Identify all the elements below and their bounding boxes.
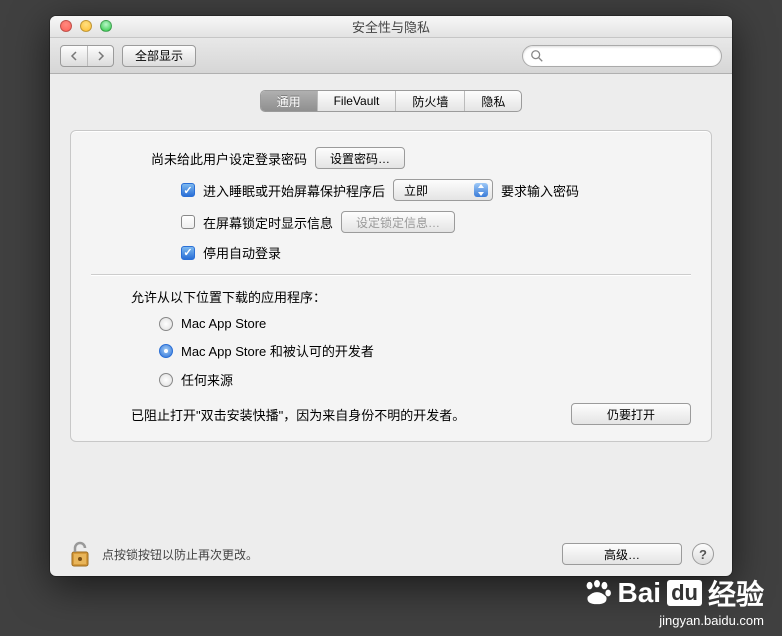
help-button[interactable]: ? xyxy=(692,543,714,565)
tab-general[interactable]: 通用 xyxy=(261,91,317,111)
search-field-wrap xyxy=(522,45,722,67)
show-lock-message-checkbox[interactable] xyxy=(181,215,195,229)
forward-button[interactable] xyxy=(87,46,113,66)
show-all-button[interactable]: 全部显示 xyxy=(122,45,196,67)
require-password-label: 进入睡眠或开始屏幕保护程序后 xyxy=(203,181,385,200)
divider xyxy=(91,274,691,275)
footer: 点按锁按钮以防止再次更改。 高级… ? xyxy=(50,532,732,576)
close-button[interactable] xyxy=(60,20,72,32)
radio-anywhere[interactable] xyxy=(159,373,173,387)
watermark-url: jingyan.baidu.com xyxy=(582,613,764,628)
advanced-button[interactable]: 高级… xyxy=(562,543,682,565)
titlebar: 安全性与隐私 xyxy=(50,16,732,38)
radio-app-store[interactable] xyxy=(159,317,173,331)
open-anyway-button[interactable]: 仍要打开 xyxy=(571,403,691,425)
tab-privacy[interactable]: 隐私 xyxy=(464,91,521,111)
search-input[interactable] xyxy=(522,45,722,67)
unlock-icon xyxy=(68,540,92,568)
allow-apps-title: 允许从以下位置下载的应用程序： xyxy=(131,287,326,306)
set-password-button[interactable]: 设置密码… xyxy=(315,147,405,169)
back-button[interactable] xyxy=(61,46,87,66)
toolbar: 全部显示 xyxy=(50,38,732,74)
content-area: 通用 FileVault 防火墙 隐私 尚未给此用户设定登录密码 设置密码… 进… xyxy=(50,74,732,442)
settings-group: 尚未给此用户设定登录密码 设置密码… 进入睡眠或开始屏幕保护程序后 立即 要求输… xyxy=(70,130,712,442)
zoom-button[interactable] xyxy=(100,20,112,32)
brand-left: Bai xyxy=(618,577,662,609)
radio-identified-label: Mac App Store 和被认可的开发者 xyxy=(181,341,374,360)
lock-text: 点按锁按钮以防止再次更改。 xyxy=(102,546,258,563)
blocked-app-text: 已阻止打开"双击安装快播"，因为来自身份不明的开发者。 xyxy=(131,405,563,424)
nav-segmented xyxy=(60,45,114,67)
minimize-button[interactable] xyxy=(80,20,92,32)
brand-right: 经验 xyxy=(708,573,764,613)
require-password-suffix: 要求输入密码 xyxy=(501,181,579,200)
disable-auto-login-checkbox[interactable] xyxy=(181,246,195,260)
radio-identified-developers[interactable] xyxy=(159,344,173,358)
require-password-checkbox[interactable] xyxy=(181,183,195,197)
show-lock-message-label: 在屏幕锁定时显示信息 xyxy=(203,213,333,232)
window-title: 安全性与隐私 xyxy=(352,17,430,36)
traffic-lights xyxy=(60,20,112,32)
preferences-window: 安全性与隐私 全部显示 通用 FileVault 防火墙 隐私 xyxy=(50,16,732,576)
no-password-label: 尚未给此用户设定登录密码 xyxy=(151,149,307,168)
paw-icon xyxy=(582,580,612,606)
popup-value: 立即 xyxy=(404,182,428,199)
tab-filevault[interactable]: FileVault xyxy=(317,91,396,111)
require-password-delay-popup[interactable]: 立即 xyxy=(393,179,493,201)
tabs: 通用 FileVault 防火墙 隐私 xyxy=(70,90,712,112)
set-lock-message-button: 设定锁定信息… xyxy=(341,211,455,233)
brand-du: du xyxy=(667,580,702,606)
radio-app-store-label: Mac App Store xyxy=(181,316,266,331)
lock-button[interactable] xyxy=(68,540,92,568)
search-icon xyxy=(530,49,544,63)
radio-anywhere-label: 任何来源 xyxy=(181,370,233,389)
watermark: Baidu 经验 jingyan.baidu.com xyxy=(582,573,764,628)
tab-firewall[interactable]: 防火墙 xyxy=(395,91,464,111)
disable-auto-login-label: 停用自动登录 xyxy=(203,243,281,262)
